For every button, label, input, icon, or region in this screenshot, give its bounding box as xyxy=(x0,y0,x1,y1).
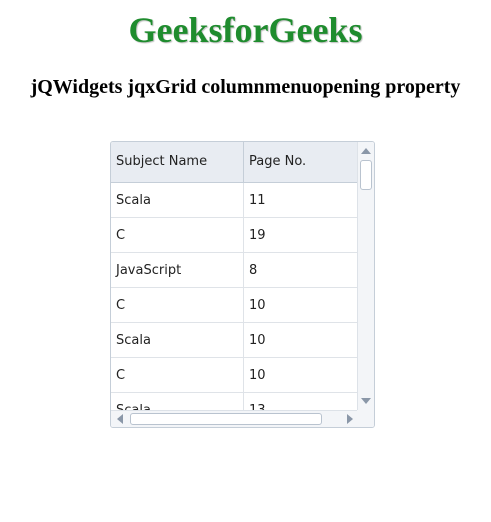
table-row[interactable]: Scala 10 xyxy=(111,323,357,358)
page-heading: jQWidgets jqxGrid columnmenuopening prop… xyxy=(30,76,461,98)
cell-subject-name[interactable]: Scala xyxy=(111,183,244,217)
column-header-subject-name[interactable]: Subject Name xyxy=(111,142,244,182)
scroll-down-arrow-icon[interactable] xyxy=(361,398,371,404)
cell-subject-name[interactable]: Scala xyxy=(111,393,244,410)
table-row[interactable]: C 19 xyxy=(111,218,357,253)
jqx-grid: Subject Name Page No. Scala 11 C 19 Java… xyxy=(110,141,375,428)
site-title: GeeksforGeeks xyxy=(128,10,363,50)
cell-page-no[interactable]: 10 xyxy=(244,323,357,357)
table-row[interactable]: C 10 xyxy=(111,288,357,323)
scrollbar-corner xyxy=(357,410,374,427)
scroll-left-arrow-icon[interactable] xyxy=(117,414,123,424)
cell-page-no[interactable]: 10 xyxy=(244,288,357,322)
table-row[interactable]: Scala 11 xyxy=(111,183,357,218)
cell-subject-name[interactable]: C xyxy=(111,288,244,322)
column-header-page-no[interactable]: Page No. xyxy=(244,142,357,182)
table-row[interactable]: JavaScript 8 xyxy=(111,253,357,288)
cell-subject-name[interactable]: C xyxy=(111,218,244,252)
vertical-scrollbar[interactable] xyxy=(357,142,374,410)
horizontal-scrollbar[interactable] xyxy=(111,410,357,427)
cell-subject-name[interactable]: C xyxy=(111,358,244,392)
grid-body: Scala 11 C 19 JavaScript 8 C 10 Scala 10… xyxy=(111,183,357,410)
scroll-up-arrow-icon[interactable] xyxy=(361,148,371,154)
table-row[interactable]: C 10 xyxy=(111,358,357,393)
scroll-right-arrow-icon[interactable] xyxy=(347,414,353,424)
cell-page-no[interactable]: 19 xyxy=(244,218,357,252)
vertical-scroll-thumb[interactable] xyxy=(360,160,372,190)
cell-subject-name[interactable]: JavaScript xyxy=(111,253,244,287)
table-row[interactable]: Scala 13 xyxy=(111,393,357,410)
cell-page-no[interactable]: 10 xyxy=(244,358,357,392)
grid-header: Subject Name Page No. xyxy=(111,142,357,183)
cell-page-no[interactable]: 11 xyxy=(244,183,357,217)
cell-page-no[interactable]: 13 xyxy=(244,393,357,410)
cell-subject-name[interactable]: Scala xyxy=(111,323,244,357)
cell-page-no[interactable]: 8 xyxy=(244,253,357,287)
horizontal-scroll-thumb[interactable] xyxy=(130,413,322,425)
